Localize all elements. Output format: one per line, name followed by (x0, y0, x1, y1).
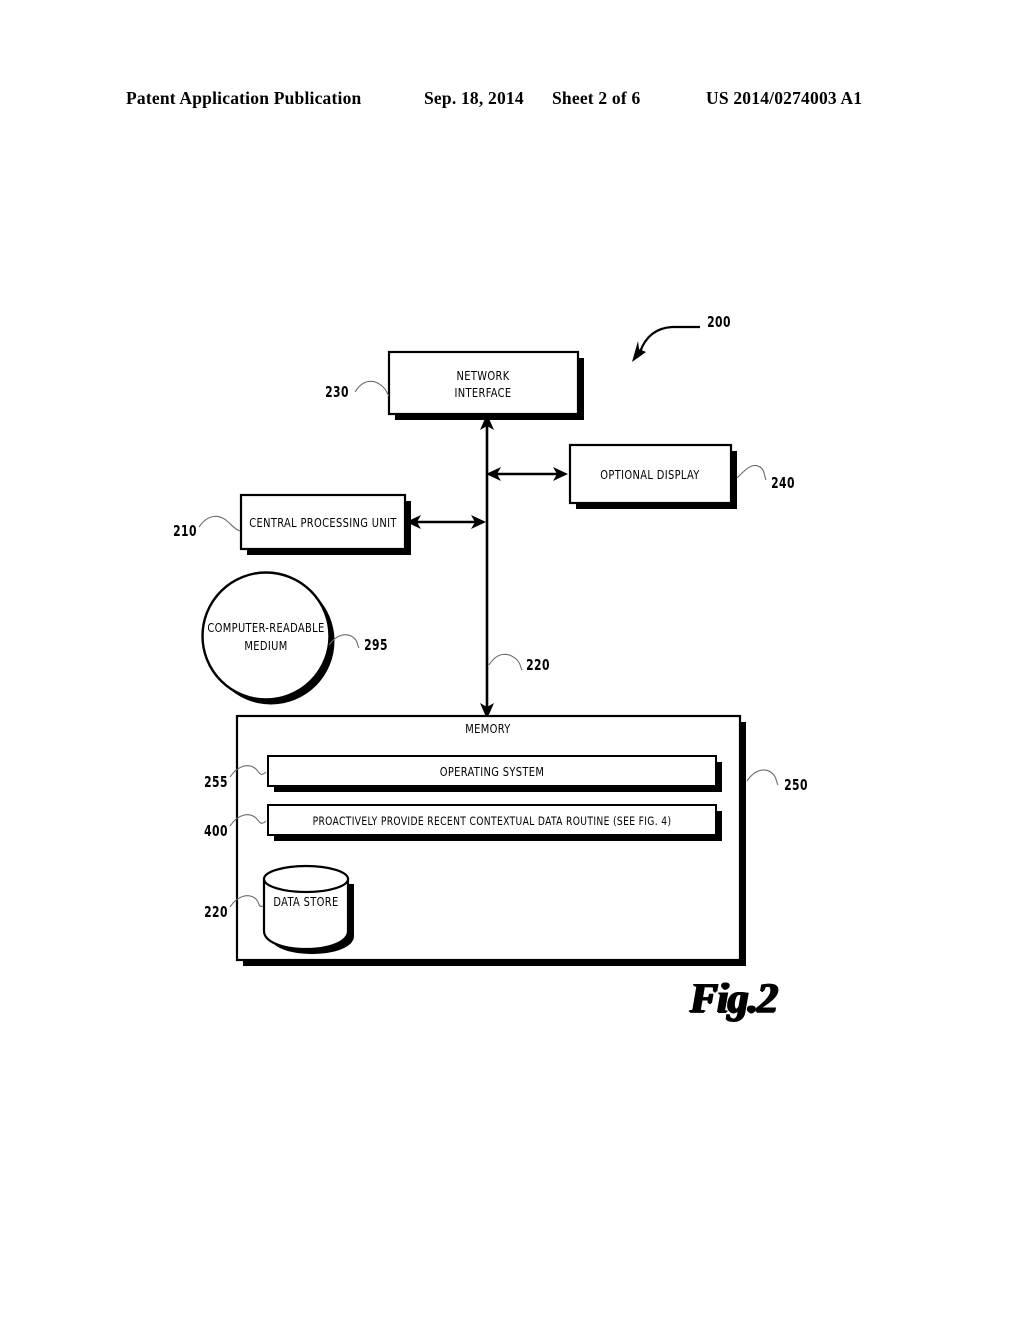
ref-220-data-store: 220 (204, 904, 228, 922)
operating-system-label: OPERATING SYSTEM (440, 764, 545, 779)
ref-200: 200 (707, 314, 731, 332)
computer-readable-medium-circle (201, 571, 331, 701)
ref-210: 210 (173, 523, 197, 541)
optional-display-label: OPTIONAL DISPLAY (600, 467, 700, 482)
optional-display-ref-callout: 240 (736, 464, 795, 493)
ref-240: 240 (771, 475, 795, 493)
network-interface-label-line1: NETWORK (457, 368, 511, 383)
network-interface-block: NETWORK INTERFACE (387, 350, 584, 420)
operating-system-block: OPERATING SYSTEM (267, 755, 722, 792)
memory-label: MEMORY (465, 721, 511, 736)
ref-220-bus: 220 (526, 657, 550, 675)
network-interface-label-line2: INTERFACE (454, 385, 511, 400)
computer-readable-medium-ref-callout: 295 (328, 634, 388, 655)
data-store-top-ellipse (262, 864, 350, 894)
central-processing-unit-block: CENTRAL PROCESSING UNIT (239, 493, 411, 555)
proactive-routine-block: PROACTIVELY PROVIDE RECENT CONTEXTUAL DA… (267, 804, 722, 841)
figure-2-diagram: 200 NETWORK INTERFACE 230 OPTIONAL DISPL… (0, 0, 1024, 1320)
proactive-routine-label: PROACTIVELY PROVIDE RECENT CONTEXTUAL DA… (313, 814, 672, 828)
data-store-label: DATA STORE (273, 894, 338, 909)
ref-250: 250 (784, 777, 808, 795)
figure-caption: Fig.2 (690, 976, 778, 1022)
ref-295: 295 (364, 637, 388, 655)
system-reference-callout: 200 (632, 314, 731, 362)
data-store-block: DATA STORE (262, 864, 354, 954)
computer-readable-medium-block: COMPUTER-READABLE MEDIUM (201, 571, 335, 705)
computer-readable-medium-label-line2: MEDIUM (244, 638, 287, 653)
network-interface-ref-callout: 230 (325, 380, 390, 402)
ref-255: 255 (204, 774, 228, 792)
ref-230: 230 (325, 384, 349, 402)
memory-ref-callout: 250 (746, 769, 808, 795)
computer-readable-medium-label-line1: COMPUTER-READABLE (207, 620, 324, 635)
cpu-label: CENTRAL PROCESSING UNIT (249, 515, 397, 530)
ref-400: 400 (204, 823, 228, 841)
system-bus-ref-callout: 220 (488, 653, 550, 675)
cpu-ref-callout: 210 (173, 515, 241, 541)
optional-display-block: OPTIONAL DISPLAY (568, 443, 737, 509)
